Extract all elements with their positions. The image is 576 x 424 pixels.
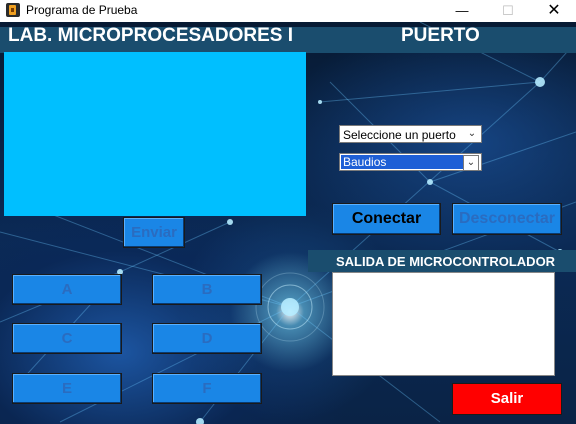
exit-button[interactable]: Salir	[452, 383, 562, 415]
port-select-value: Seleccione un puerto	[343, 128, 456, 142]
chevron-down-icon[interactable]: ⌄	[463, 155, 479, 171]
f-button[interactable]: F	[152, 373, 262, 404]
connect-button[interactable]: Conectar	[332, 203, 441, 235]
window-title: Programa de Prueba	[26, 3, 138, 17]
port-select[interactable]: Seleccione un puerto ⌄	[339, 125, 482, 143]
main-form: LAB. MICROPROCESADORES I PUERTO Seleccio…	[0, 22, 576, 424]
baud-select[interactable]: Baudios ⌄	[339, 153, 482, 171]
baud-select-value: Baudios	[341, 155, 463, 169]
a-button[interactable]: A	[12, 274, 122, 305]
minimize-button[interactable]: —	[439, 0, 485, 22]
page-title: LAB. MICROPROCESADORES I	[8, 25, 294, 46]
close-button[interactable]: ✕	[531, 0, 576, 22]
app-icon	[6, 3, 20, 17]
d-button[interactable]: D	[152, 323, 262, 354]
disconnect-button[interactable]: Desconectar	[452, 203, 562, 235]
send-button[interactable]: Enviar	[123, 217, 185, 248]
window-titlebar[interactable]: Programa de Prueba — ☐ ✕	[0, 0, 576, 22]
output-textbox[interactable]	[332, 272, 555, 376]
c-button[interactable]: C	[12, 323, 122, 354]
display-panel	[4, 52, 306, 216]
e-button[interactable]: E	[12, 373, 122, 404]
b-button[interactable]: B	[152, 274, 262, 305]
chevron-down-icon[interactable]: ⌄	[465, 127, 479, 141]
port-section-title: PUERTO	[401, 25, 480, 46]
maximize-button[interactable]: ☐	[485, 0, 531, 22]
output-label: SALIDA DE MICROCONTROLADOR	[336, 254, 556, 269]
